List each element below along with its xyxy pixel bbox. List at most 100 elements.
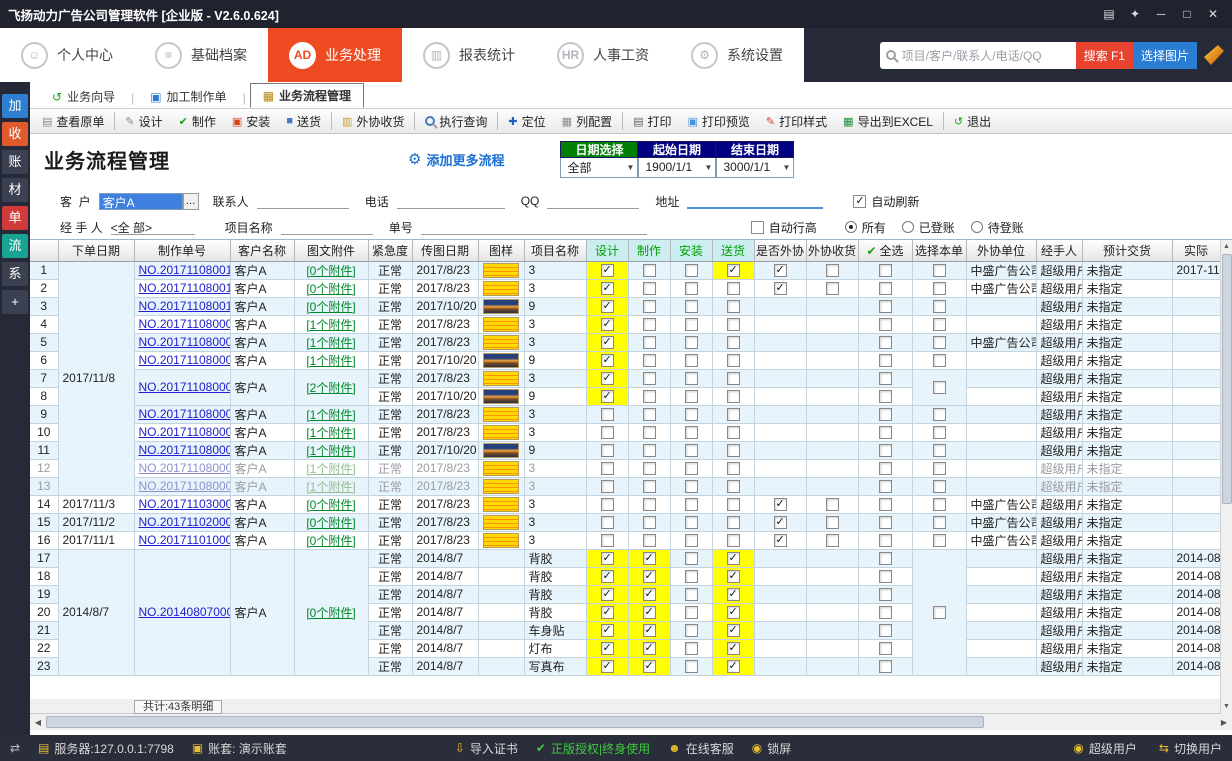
cell-select_all[interactable] <box>858 279 912 297</box>
order-link[interactable]: NO.201711020001 <box>139 515 231 529</box>
checkbox-icon[interactable] <box>933 516 946 529</box>
status-left-1[interactable]: ⇄ <box>10 741 20 755</box>
cell-design[interactable] <box>586 387 628 405</box>
column-header-install[interactable]: 安装 <box>670 240 712 261</box>
cell-select_all[interactable] <box>858 459 912 477</box>
cell-design[interactable] <box>586 369 628 387</box>
checkbox-icon[interactable] <box>933 462 946 475</box>
order-link[interactable]: NO.201711030001 <box>139 497 231 511</box>
column-header-actual[interactable]: 实际 <box>1172 240 1220 261</box>
attachment-link[interactable]: [0个附件] <box>306 282 355 296</box>
checkbox-icon[interactable] <box>643 534 656 547</box>
status-left-3[interactable]: ▣账套: 演示账套 <box>192 740 287 757</box>
checkbox-icon[interactable] <box>879 318 892 331</box>
sample-thumbnail[interactable] <box>483 263 519 278</box>
checkbox-icon[interactable] <box>601 264 614 277</box>
column-header-handler[interactable]: 经手人 <box>1036 240 1082 261</box>
status-left-5[interactable]: ✔正版授权|终身使用 <box>536 740 650 757</box>
cell-deliver[interactable] <box>712 261 754 279</box>
cell-install[interactable] <box>670 441 712 459</box>
cell-make[interactable] <box>628 603 670 621</box>
horizontal-scrollbar[interactable]: ◀ ▶ <box>30 714 1232 730</box>
cell-install[interactable] <box>670 369 712 387</box>
checkbox-icon[interactable] <box>685 336 698 349</box>
checkbox-icon[interactable] <box>685 660 698 673</box>
close-icon[interactable]: ✕ <box>1202 5 1224 23</box>
checkbox-icon[interactable] <box>727 570 740 583</box>
cell-deliver[interactable] <box>712 351 754 369</box>
checkbox-icon[interactable] <box>879 624 892 637</box>
column-header-customer[interactable]: 客户名称 <box>230 240 294 261</box>
order-link[interactable]: NO.201711080008 <box>139 335 231 349</box>
checkbox-icon[interactable] <box>774 516 787 529</box>
checkbox-icon[interactable] <box>879 354 892 367</box>
customer-input[interactable]: 客户A <box>99 193 183 210</box>
cell-design[interactable] <box>586 315 628 333</box>
checkbox-icon[interactable] <box>879 300 892 313</box>
order-link[interactable]: NO.201711080010 <box>139 299 231 313</box>
checkbox-icon[interactable] <box>685 444 698 457</box>
checkbox-icon[interactable] <box>601 300 614 313</box>
column-header-make[interactable]: 制作 <box>628 240 670 261</box>
sidebar-item-5[interactable]: 单 <box>2 206 28 230</box>
cell-design[interactable] <box>586 567 628 585</box>
checkbox-icon[interactable] <box>727 462 740 475</box>
cell-design[interactable] <box>586 279 628 297</box>
radio-icon[interactable] <box>845 221 857 233</box>
cell-make[interactable] <box>628 585 670 603</box>
checkbox-icon[interactable] <box>879 462 892 475</box>
checkbox-icon[interactable] <box>933 300 946 313</box>
cell-select_order[interactable] <box>912 423 966 441</box>
cell-deliver[interactable] <box>712 513 754 531</box>
cell-deliver[interactable] <box>712 387 754 405</box>
scroll-down-icon[interactable]: ▼ <box>1223 700 1230 714</box>
checkbox-icon[interactable] <box>727 264 740 277</box>
cell-deliver[interactable] <box>712 297 754 315</box>
scroll-left-icon[interactable]: ◀ <box>30 718 46 727</box>
checkbox-icon[interactable] <box>643 408 656 421</box>
cell-install[interactable] <box>670 513 712 531</box>
cell-install[interactable] <box>670 585 712 603</box>
column-header-outsource_company[interactable]: 外协单位 <box>966 240 1036 261</box>
cell-design[interactable] <box>586 459 628 477</box>
cell-outsource_recv[interactable] <box>806 261 858 279</box>
checkbox-icon[interactable] <box>601 480 614 493</box>
order-link[interactable]: NO.201711080003 <box>139 443 231 457</box>
toolbar-button-13[interactable]: ▦导出到EXCEL <box>835 110 941 132</box>
checkbox-icon[interactable] <box>601 462 614 475</box>
checkbox-icon[interactable] <box>685 480 698 493</box>
checkbox-icon[interactable] <box>727 408 740 421</box>
checkbox-icon[interactable] <box>601 624 614 637</box>
nav-item-5[interactable]: HR人事工资 <box>536 28 670 82</box>
cell-deliver[interactable] <box>712 477 754 495</box>
sidebar-item-1[interactable]: 加 <box>2 94 28 118</box>
checkbox-icon[interactable] <box>601 588 614 601</box>
checkbox-icon[interactable] <box>933 444 946 457</box>
checkbox-icon[interactable] <box>727 390 740 403</box>
cell-deliver[interactable] <box>712 603 754 621</box>
sample-thumbnail[interactable] <box>483 497 519 512</box>
cell-make[interactable] <box>628 279 670 297</box>
order-link[interactable]: NO.201711080012 <box>139 263 231 277</box>
cell-make[interactable] <box>628 315 670 333</box>
cell-install[interactable] <box>670 657 712 675</box>
cell-deliver[interactable] <box>712 441 754 459</box>
order-link[interactable]: NO.201711080011 <box>139 281 231 295</box>
checkbox-icon[interactable] <box>601 570 614 583</box>
attachment-link[interactable]: [0个附件] <box>306 606 355 620</box>
order-link[interactable]: NO.201408070001 <box>139 605 231 619</box>
cell-make[interactable] <box>628 441 670 459</box>
cell-design[interactable] <box>586 351 628 369</box>
cell-make[interactable] <box>628 639 670 657</box>
checkbox-icon[interactable] <box>879 480 892 493</box>
checkbox-icon[interactable] <box>643 606 656 619</box>
checkbox-icon[interactable] <box>685 516 698 529</box>
checkbox-icon[interactable] <box>685 282 698 295</box>
project-input[interactable] <box>281 219 373 235</box>
cell-is_outsource[interactable] <box>754 513 806 531</box>
attachment-link[interactable]: [1个附件] <box>306 354 355 368</box>
toolbar-button-3[interactable]: ✔制作 <box>171 110 224 132</box>
attachment-link[interactable]: [1个附件] <box>306 318 355 332</box>
checkbox-icon[interactable] <box>601 354 614 367</box>
cell-deliver[interactable] <box>712 279 754 297</box>
